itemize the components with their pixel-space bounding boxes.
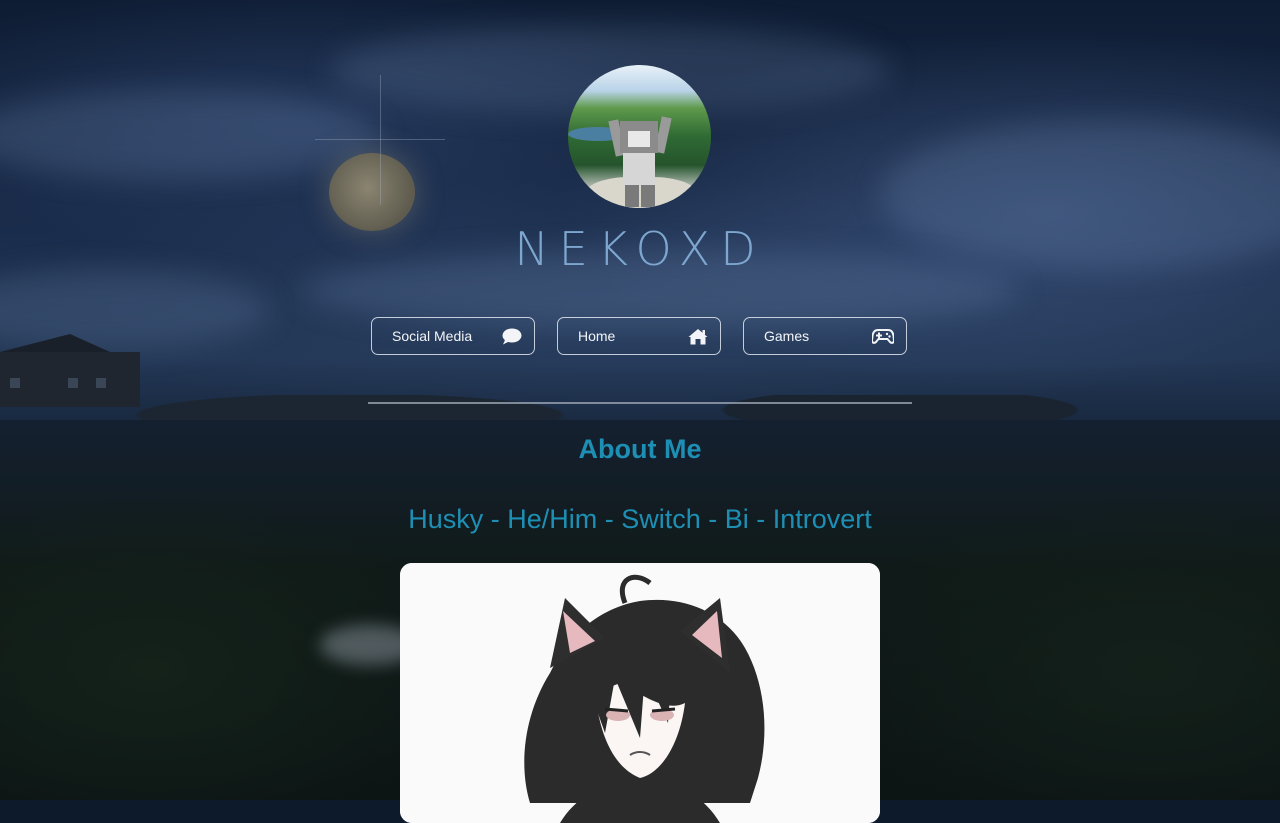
home-label: Home	[578, 328, 616, 344]
home-button[interactable]: Home	[557, 317, 721, 355]
chat-bubble-icon	[502, 328, 522, 345]
about-me-heading: About Me	[578, 434, 702, 464]
social-media-button[interactable]: Social Media	[371, 317, 535, 355]
about-tagline: Husky - He/Him - Switch - Bi - Introvert	[408, 504, 872, 534]
home-icon	[688, 328, 708, 345]
social-media-label: Social Media	[392, 328, 473, 344]
about-me-image	[400, 563, 880, 823]
site-title: NEKOXD	[514, 222, 766, 276]
gamepad-icon	[872, 328, 894, 344]
profile-avatar	[568, 65, 711, 208]
games-label: Games	[764, 328, 810, 344]
games-button[interactable]: Games	[743, 317, 907, 355]
page-content: NEKOXD Social Media Home Games About Me …	[0, 0, 1280, 823]
section-divider	[368, 402, 912, 404]
